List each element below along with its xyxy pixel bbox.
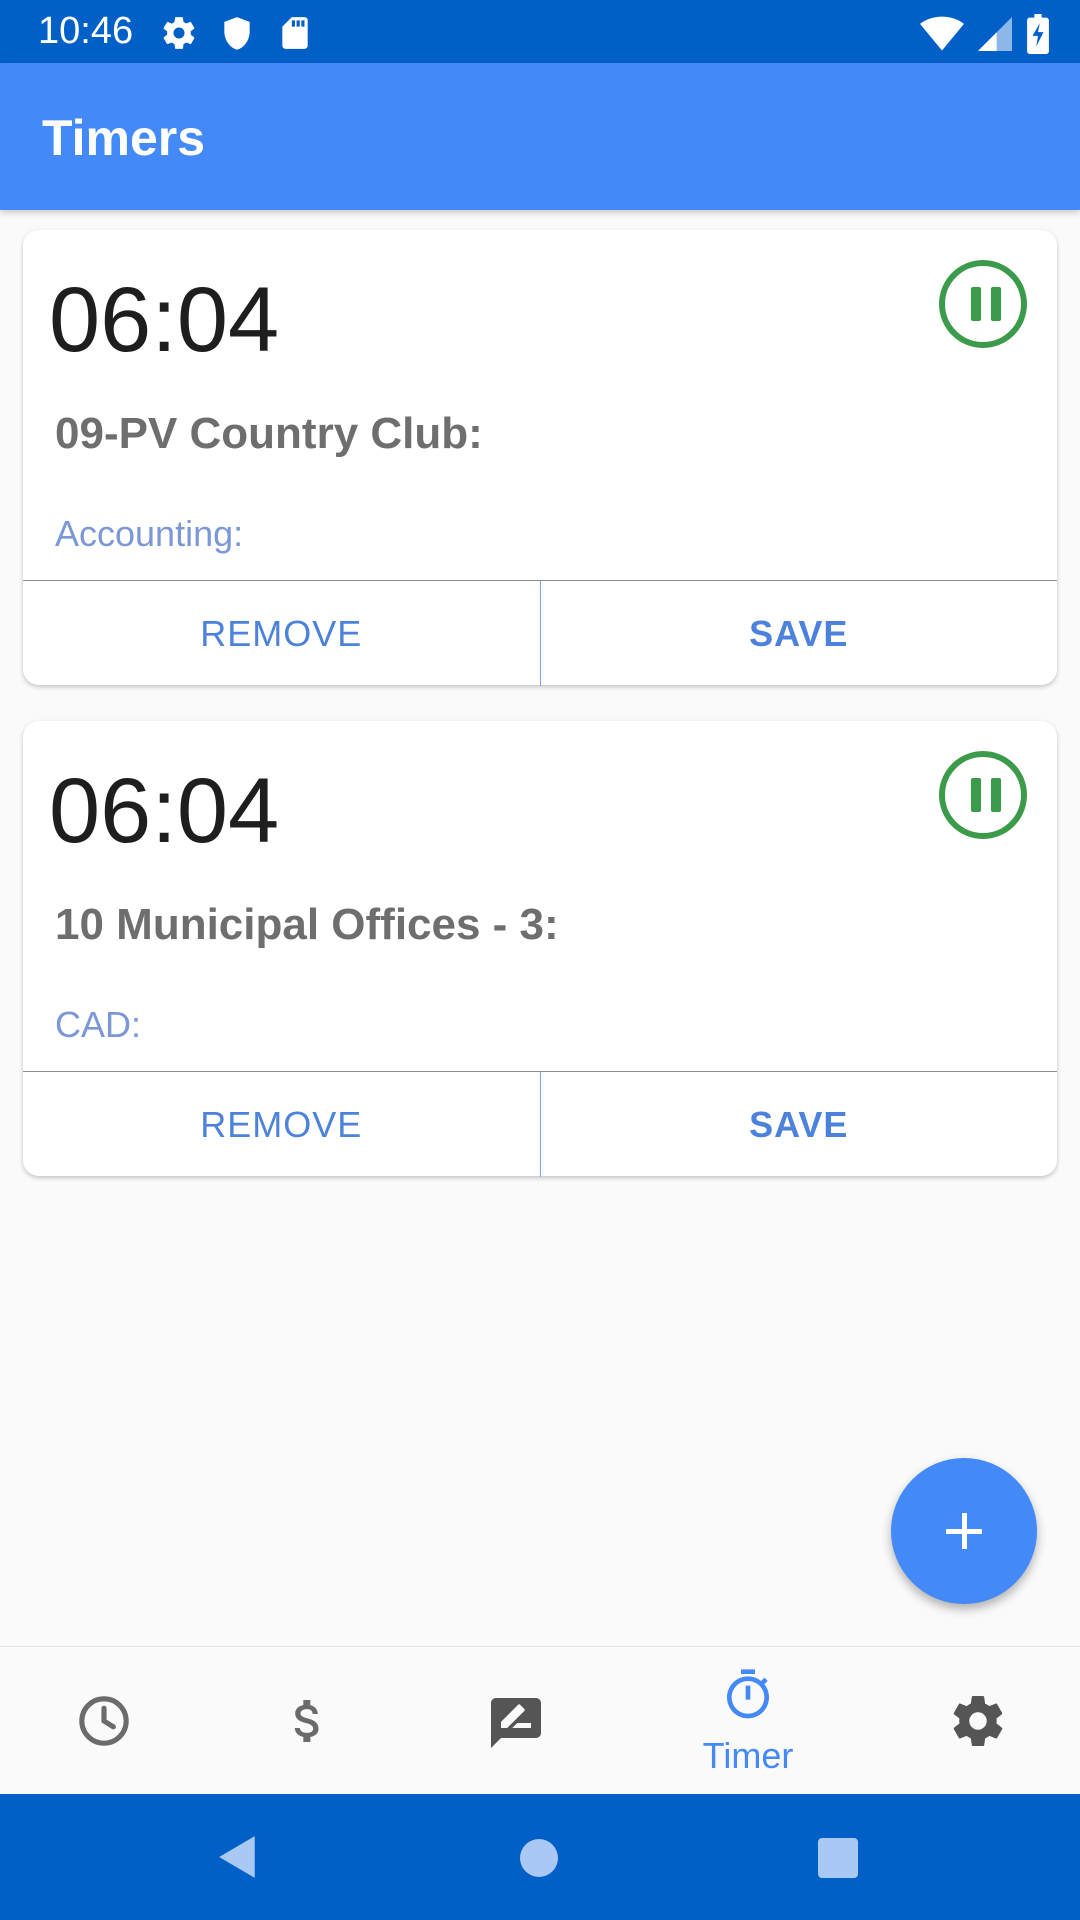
nav-item-settings[interactable] xyxy=(876,1647,1080,1795)
gear-icon xyxy=(163,17,195,49)
cell-signal-icon xyxy=(978,17,1012,51)
timer-card: 06:04 10 Municipal Offices - 3: CAD: REM… xyxy=(23,721,1057,1177)
pause-button[interactable] xyxy=(939,751,1027,839)
nav-item-notes[interactable] xyxy=(412,1647,620,1795)
card-actions: REMOVE SAVE xyxy=(23,580,1057,686)
status-bar: 10:46 xyxy=(0,0,1080,63)
sd-card-icon xyxy=(282,17,308,49)
remove-button[interactable]: REMOVE xyxy=(23,1072,541,1177)
status-icons-right xyxy=(920,14,1050,54)
remove-button[interactable]: REMOVE xyxy=(23,581,541,686)
wifi-icon xyxy=(920,16,964,51)
shield-icon xyxy=(224,17,250,50)
timer-project: 09-PV Country Club: xyxy=(55,409,483,458)
dollar-icon xyxy=(294,1700,319,1742)
status-icons-left xyxy=(160,14,314,52)
card-actions: REMOVE SAVE xyxy=(23,1071,1057,1177)
pause-icon xyxy=(971,778,981,812)
timer-task: CAD: xyxy=(55,1004,142,1045)
nav-item-time[interactable] xyxy=(0,1647,206,1795)
clock-icon xyxy=(79,1696,129,1746)
timer-card: 06:04 09-PV Country Club: Accounting: RE… xyxy=(23,230,1057,686)
bottom-nav: Timer xyxy=(0,1646,1080,1795)
save-button[interactable]: SAVE xyxy=(541,581,1058,686)
timer-elapsed: 06:04 xyxy=(49,269,280,371)
app-bar: Timers xyxy=(0,63,1080,210)
status-time: 10:46 xyxy=(38,10,134,52)
home-icon[interactable] xyxy=(519,1838,559,1878)
settings-icon xyxy=(953,1696,1003,1747)
add-timer-button[interactable] xyxy=(891,1458,1037,1604)
nav-item-expenses[interactable] xyxy=(206,1647,412,1795)
pause-button[interactable] xyxy=(939,260,1027,348)
pause-icon xyxy=(971,287,981,321)
timer-project: 10 Municipal Offices - 3: xyxy=(55,900,559,949)
save-button[interactable]: SAVE xyxy=(541,1072,1058,1177)
nav-item-timer[interactable]: Timer xyxy=(620,1647,876,1795)
timer-elapsed: 06:04 xyxy=(49,760,280,862)
timer-task: Accounting: xyxy=(55,513,244,554)
system-nav-bar xyxy=(0,1794,1080,1920)
battery-charging-icon xyxy=(1027,14,1049,54)
stopwatch-icon xyxy=(727,1669,769,1719)
recents-icon[interactable] xyxy=(818,1838,858,1878)
page-title: Timers xyxy=(42,110,206,166)
notes-icon xyxy=(491,1698,541,1748)
nav-label-timer: Timer xyxy=(702,1735,794,1776)
back-icon[interactable] xyxy=(216,1834,260,1880)
